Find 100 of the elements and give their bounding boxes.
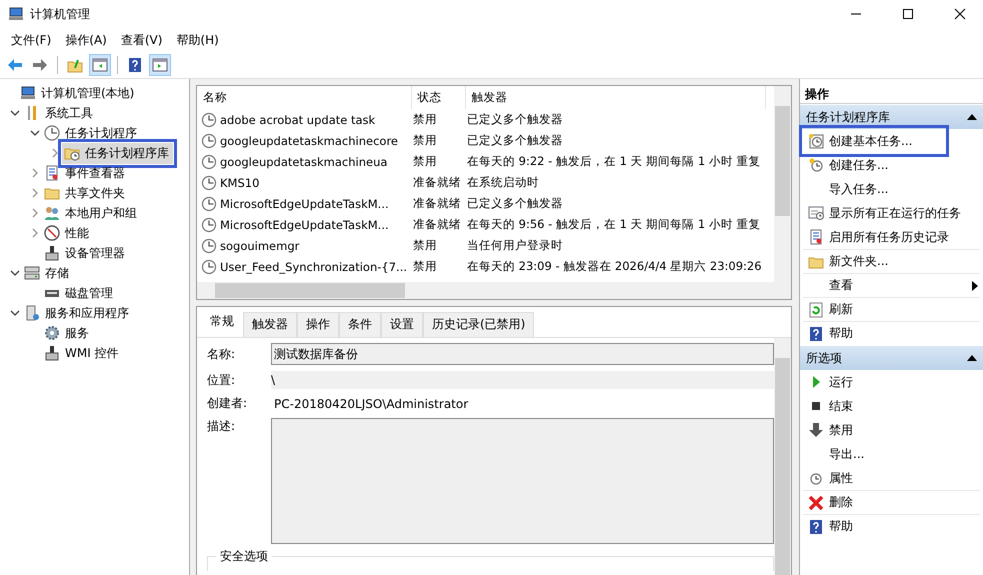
tree-item[interactable]: 本地用户和组: [42, 202, 141, 224]
section-header[interactable]: 任务计划程序库: [800, 105, 983, 129]
action-item[interactable]: 属性: [803, 466, 980, 490]
chevron-down-icon[interactable]: [10, 268, 20, 278]
tree-item[interactable]: 设备管理器: [42, 242, 129, 264]
tab[interactable]: 触发器: [243, 312, 297, 337]
action-item[interactable]: 删除: [803, 490, 980, 514]
list-clock-icon: [808, 205, 824, 221]
help-icon: [808, 326, 824, 342]
tree-item[interactable]: 系统工具: [22, 102, 97, 124]
action-item[interactable]: 禁用: [803, 418, 980, 442]
chevron-down-icon[interactable]: [10, 308, 20, 318]
action-item[interactable]: 创建任务...: [803, 153, 980, 177]
help-icon: [808, 518, 824, 534]
action-item[interactable]: 新文件夹...: [803, 249, 980, 273]
table-cell-text: 在系统启动时: [466, 174, 540, 191]
author-value: PC-20180420LJSO\Administrator: [273, 396, 470, 410]
pane-icon: [92, 57, 108, 73]
clock-icon: [808, 133, 824, 149]
gear-icon: [44, 325, 60, 341]
clock-icon: [44, 125, 60, 141]
log-icon: [808, 229, 824, 245]
table-cell-text: 准备就绪: [412, 195, 462, 212]
collapse-triangle-icon[interactable]: [967, 113, 977, 121]
chevron-down-icon[interactable]: [10, 108, 20, 118]
tree-item[interactable]: 性能: [42, 222, 93, 244]
chevron-right-icon[interactable]: [30, 168, 40, 178]
action-item[interactable]: 创建基本任务...: [803, 129, 945, 153]
tab[interactable]: 条件: [339, 312, 381, 337]
task-name: KMS10: [220, 176, 260, 190]
tree-item[interactable]: 任务计划程序: [42, 122, 141, 144]
chevron-right-icon[interactable]: [30, 228, 40, 238]
menu-item[interactable]: 帮助(H): [169, 32, 226, 48]
menu-item[interactable]: 操作(A): [58, 32, 114, 48]
chevron-right-icon[interactable]: [30, 188, 40, 198]
table-cell-text: 禁用: [412, 153, 438, 170]
horizontal-scrollbar[interactable]: [197, 282, 791, 299]
folder-up-icon: [67, 57, 83, 73]
users-icon: [44, 205, 60, 221]
column-header[interactable]: 名称: [197, 86, 412, 109]
action-item[interactable]: 帮助: [803, 321, 980, 345]
chevron-right-icon[interactable]: [50, 148, 60, 158]
tab[interactable]: 操作: [297, 312, 339, 337]
clock-icon: [201, 132, 217, 148]
column-header[interactable]: 状态: [411, 86, 466, 109]
tab[interactable]: 历史记录(已禁用): [423, 312, 534, 337]
tree-item[interactable]: 任务计划程序库: [62, 142, 173, 164]
column-header[interactable]: 触发器: [465, 86, 766, 109]
tree-item[interactable]: 计算机管理(本地): [18, 82, 138, 104]
tab[interactable]: 设置: [381, 312, 423, 337]
table-cell-text: 禁用: [412, 258, 438, 275]
computer-icon: [8, 6, 24, 22]
description-field[interactable]: [271, 418, 774, 544]
chevron-right-icon[interactable]: [30, 208, 40, 218]
help-icon: [127, 57, 143, 73]
vertical-scrollbar[interactable]: [774, 338, 791, 575]
collapse-triangle-icon[interactable]: [967, 354, 977, 362]
table-cell: 禁用: [411, 109, 466, 130]
action-item[interactable]: 结束: [803, 394, 980, 418]
vertical-scrollbar[interactable]: [774, 86, 791, 282]
field-label: 创建者:: [207, 395, 248, 412]
clock-icon: [201, 258, 217, 274]
name-field[interactable]: 测试数据库备份: [271, 343, 774, 365]
action-item[interactable]: 导入任务...: [803, 177, 980, 201]
refresh-icon: [808, 302, 824, 318]
toolbar-button[interactable]: [149, 54, 171, 76]
menu-item[interactable]: 查看(V): [114, 32, 170, 48]
action-item[interactable]: 运行: [803, 370, 980, 394]
tree-item[interactable]: 共享文件夹: [42, 182, 129, 204]
close-icon: [954, 8, 966, 20]
tree-item[interactable]: 事件查看器: [42, 162, 129, 184]
task-name: MicrosoftEdgeUpdateTaskM...: [220, 196, 389, 210]
chevron-down-icon[interactable]: [30, 128, 40, 138]
server-icon: [24, 305, 40, 321]
tree-item[interactable]: 磁盘管理: [42, 282, 117, 304]
action-item[interactable]: 显示所有正在运行的任务: [803, 201, 980, 225]
tree-item[interactable]: 存储: [22, 262, 73, 284]
section-header[interactable]: 所选项: [800, 346, 983, 370]
down-arrow-icon: [808, 422, 824, 438]
clock-icon: [201, 196, 217, 212]
tree-item[interactable]: 服务: [42, 322, 93, 344]
clock-icon: [201, 238, 217, 254]
toolbar-button[interactable]: [89, 54, 111, 76]
maximize-icon: [902, 8, 914, 20]
field-label: 名称:: [207, 346, 236, 362]
action-item[interactable]: 启用所有任务历史记录: [803, 225, 980, 249]
window-title: 计算机管理: [30, 6, 90, 22]
tree-item[interactable]: 服务和应用程序: [22, 302, 133, 324]
group-label: 安全选项: [216, 549, 272, 563]
action-item[interactable]: 查看: [803, 273, 980, 297]
tree-item[interactable]: WMI 控件: [42, 342, 123, 364]
delete-icon: [808, 494, 824, 510]
action-item[interactable]: 帮助: [803, 514, 980, 538]
action-item[interactable]: 导出...: [803, 442, 980, 466]
table-cell-text: 在每天的 9:56 - 触发后，在 1 天 期间每隔 1 小时 重复: [466, 216, 762, 233]
menu-item[interactable]: 文件(F): [4, 32, 58, 48]
field-label: 描述:: [207, 418, 236, 435]
action-item[interactable]: 刷新: [803, 297, 980, 321]
submenu-arrow-icon: [972, 280, 978, 290]
table-cell-text: 在每天的 9:22 - 触发后，在 1 天 期间每隔 1 小时 重复: [466, 153, 762, 170]
